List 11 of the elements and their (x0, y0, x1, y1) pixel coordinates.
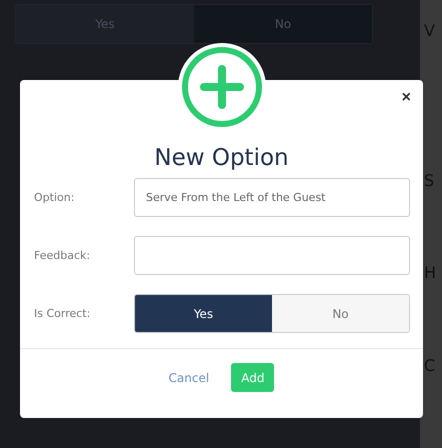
cancel-link[interactable]: Cancel (168, 363, 210, 392)
dialog-title: New Option (154, 144, 289, 173)
toggle-option[interactable]: No (272, 295, 409, 332)
toggle-option[interactable]: Yes (135, 295, 272, 332)
field-label: Option: (34, 191, 76, 204)
input-field[interactable] (134, 236, 410, 275)
toggle-option: No (194, 5, 372, 43)
field-label: Feedback: (34, 249, 92, 262)
close-button[interactable]: × (400, 88, 413, 108)
input-field[interactable]: Serve From the Left of the Guest (134, 178, 410, 217)
field-label: Is Correct: (34, 307, 92, 320)
